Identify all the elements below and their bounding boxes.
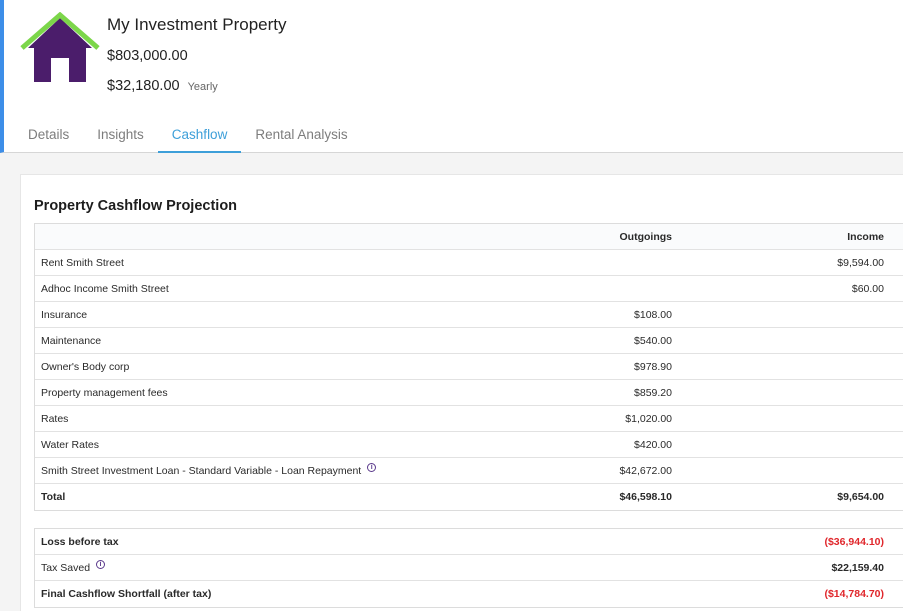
tab-cashflow[interactable]: Cashflow [157, 118, 242, 153]
header-outgoings: Outgoings [619, 230, 673, 243]
row-label: Insurance [41, 308, 88, 321]
cashflow-title: Property Cashflow Projection [34, 198, 238, 214]
row-outgoings: $859.20 [634, 386, 672, 399]
property-name: My Investment Property [107, 15, 287, 34]
row-label: Rent Smith Street [41, 256, 124, 269]
row-income: $60.00 [851, 282, 884, 295]
info-icon[interactable]: i [96, 560, 106, 569]
row-label: Rates [41, 412, 69, 425]
row-outgoings: $978.90 [634, 360, 672, 373]
summary-label: Final Cashflow Shortfall (after tax) [41, 588, 212, 600]
summary-row-final-shortfall: Final Cashflow Shortfall (after tax) ($1… [35, 581, 903, 607]
yearly-amount: $32,180.00 [107, 78, 180, 94]
cashflow-table: Outgoings Income Rent Smith Street $9,59… [34, 223, 903, 511]
tab-details[interactable]: Details [14, 118, 83, 153]
table-row: Property management fees $859.20 [35, 380, 903, 406]
table-row: Insurance $108.00 [35, 302, 903, 328]
total-income: $9,654.00 [837, 491, 884, 503]
total-row: Total $46,598.10 $9,654.00 [35, 484, 903, 510]
row-label: Adhoc Income Smith Street [41, 282, 169, 295]
property-yearly: $32,180.00 Yearly [107, 78, 218, 94]
table-row: Smith Street Investment Loan - Standard … [35, 458, 903, 484]
property-header: My Investment Property $803,000.00 $32,1… [0, 0, 903, 153]
header-income: Income [847, 230, 884, 243]
table-row: Adhoc Income Smith Street $60.00 [35, 276, 903, 302]
tab-bar: Details Insights Cashflow Rental Analysi… [14, 118, 362, 153]
house-icon [20, 12, 100, 82]
summary-label-cell: Tax Saved i [35, 560, 495, 574]
row-outgoings: $42,672.00 [619, 464, 672, 477]
summary-row-tax-saved: Tax Saved i $22,159.40 [35, 555, 903, 581]
row-outgoings: $108.00 [634, 308, 672, 321]
property-value: $803,000.00 [107, 48, 188, 64]
info-icon[interactable]: i [367, 463, 377, 472]
table-row: Maintenance $540.00 [35, 328, 903, 354]
yearly-label: Yearly [187, 81, 218, 93]
summary-label: Tax Saved [41, 561, 91, 574]
cashflow-card: Property Cashflow Projection Outgoings I… [20, 174, 903, 611]
row-income: $9,594.00 [837, 256, 884, 269]
row-outgoings: $540.00 [634, 334, 672, 347]
row-label: Owner's Body corp [41, 360, 130, 373]
table-header: Outgoings Income [35, 224, 903, 250]
row-label: Property management fees [41, 386, 168, 399]
total-outgoings: $46,598.10 [619, 491, 672, 503]
row-label: Smith Street Investment Loan - Standard … [41, 464, 362, 477]
tab-insights[interactable]: Insights [83, 118, 158, 153]
summary-value: $22,159.40 [831, 561, 884, 574]
summary-value: ($36,944.10) [824, 535, 884, 548]
table-row: Rent Smith Street $9,594.00 [35, 250, 903, 276]
tab-rental-analysis[interactable]: Rental Analysis [241, 118, 361, 153]
row-label: Maintenance [41, 334, 102, 347]
total-label: Total [41, 491, 66, 503]
table-row: Owner's Body corp $978.90 [35, 354, 903, 380]
table-row: Water Rates $420.00 [35, 432, 903, 458]
cashflow-summary: Loss before tax ($36,944.10) Tax Saved i… [34, 528, 903, 608]
table-row: Rates $1,020.00 [35, 406, 903, 432]
summary-label: Loss before tax [41, 535, 119, 548]
summary-row-loss-before-tax: Loss before tax ($36,944.10) [35, 529, 903, 555]
row-outgoings: $420.00 [634, 438, 672, 451]
row-outgoings: $1,020.00 [625, 412, 672, 425]
row-label: Water Rates [41, 438, 99, 451]
summary-value: ($14,784.70) [824, 588, 884, 600]
row-label-cell: Smith Street Investment Loan - Standard … [35, 463, 495, 477]
